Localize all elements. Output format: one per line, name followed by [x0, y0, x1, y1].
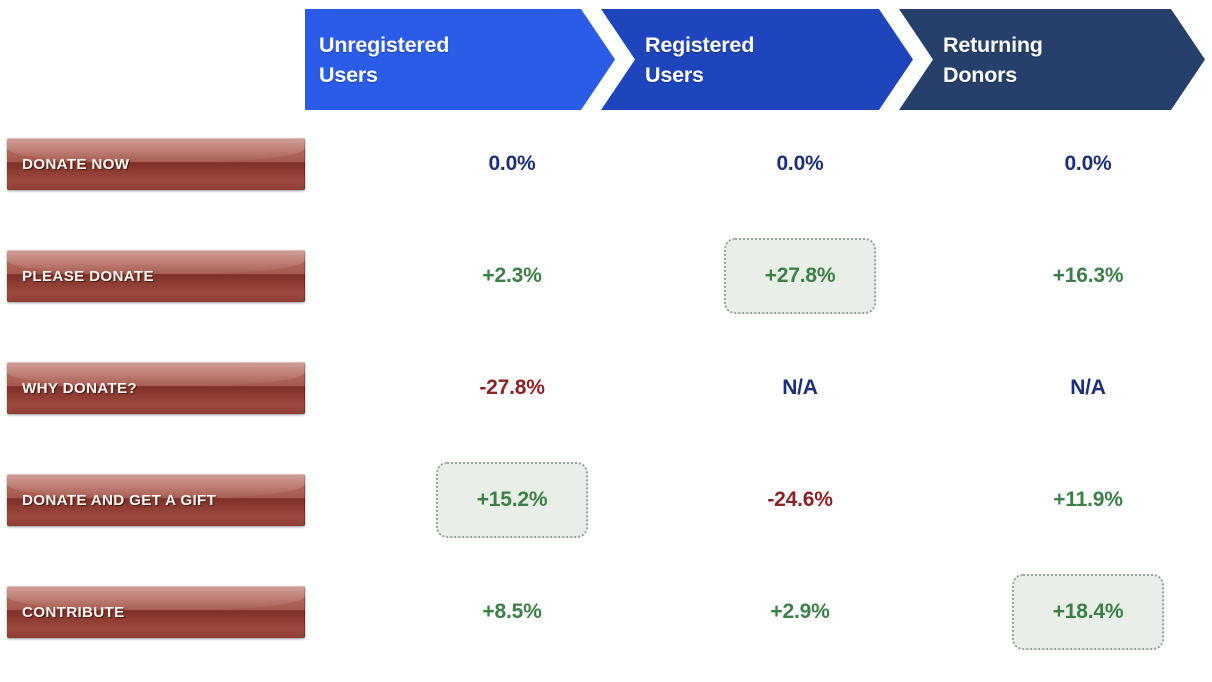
funnel-stage-label-line2: Donors	[943, 62, 1018, 87]
data-cell: -24.6%	[705, 474, 895, 526]
funnel-stage-unregistered-users[interactable]: Unregistered Users	[305, 9, 615, 110]
cta-button-label: CONTRIBUTE	[22, 603, 125, 621]
data-cell-value: +27.8%	[764, 264, 836, 287]
data-cell-value: +18.4%	[1052, 600, 1124, 623]
cta-button-label: DONATE NOW	[22, 155, 130, 173]
funnel-stage-label-line1: Unregistered	[319, 32, 450, 57]
data-cell-value: -27.8%	[479, 376, 545, 399]
data-cell-value: 0.0%	[488, 152, 536, 175]
matrix-row: DONATE NOW 0.0% 0.0% 0.0%	[0, 110, 1212, 222]
matrix-row: WHY DONATE? -27.8% N/A N/A	[0, 334, 1212, 446]
data-cell-value: +16.3%	[1052, 264, 1124, 287]
data-cell: 0.0%	[705, 138, 895, 190]
data-cell-value: N/A	[782, 376, 818, 399]
data-cell-value: N/A	[1070, 376, 1106, 399]
data-cell: 0.0%	[993, 138, 1183, 190]
data-cell: N/A	[705, 362, 895, 414]
data-cell: +11.9%	[993, 474, 1183, 526]
cta-button-donate-now[interactable]: DONATE NOW	[7, 138, 305, 190]
funnel-stage-registered-users[interactable]: Registered Users	[601, 9, 913, 110]
matrix-row: CONTRIBUTE +8.5% +2.9% +18.4%	[0, 558, 1212, 670]
cta-button-please-donate[interactable]: PLEASE DONATE	[7, 250, 305, 302]
data-cell: N/A	[993, 362, 1183, 414]
data-cell-value: 0.0%	[1064, 152, 1112, 175]
data-cell: +2.3%	[417, 250, 607, 302]
data-cell-value: +2.9%	[770, 600, 830, 623]
data-cell: +16.3%	[993, 250, 1183, 302]
funnel-stage-header: Unregistered Users Registered Users Retu…	[305, 9, 1205, 110]
data-cell: -27.8%	[417, 362, 607, 414]
funnel-stage-returning-donors[interactable]: Returning Donors	[899, 9, 1205, 110]
data-cell-highlighted: +27.8%	[724, 238, 876, 314]
cta-button-donate-and-get-a-gift[interactable]: DONATE AND GET A GIFT	[7, 474, 305, 526]
funnel-stage-label: Returning Donors	[899, 9, 1205, 110]
data-cell-value: +8.5%	[482, 600, 542, 623]
matrix-row: DONATE AND GET A GIFT +15.2% -24.6% +11.9%	[0, 446, 1212, 558]
cta-button-label: WHY DONATE?	[22, 379, 137, 397]
data-cell-value: 0.0%	[776, 152, 824, 175]
funnel-stage-label: Unregistered Users	[305, 9, 615, 110]
cta-button-label: PLEASE DONATE	[22, 267, 154, 285]
data-cell-value: +15.2%	[476, 488, 548, 511]
cta-button-contribute[interactable]: CONTRIBUTE	[7, 586, 305, 638]
data-cell-highlighted: +18.4%	[1012, 574, 1164, 650]
data-cell-value: +2.3%	[482, 264, 542, 287]
results-matrix: DONATE NOW 0.0% 0.0% 0.0% PLEASE DONATE +2.3%…	[0, 110, 1212, 682]
data-cell: 0.0%	[417, 138, 607, 190]
funnel-stage-label: Registered Users	[601, 9, 913, 110]
data-cell: +2.9%	[705, 586, 895, 638]
data-cell-value: +11.9%	[1053, 488, 1123, 511]
funnel-stage-label-line2: Users	[645, 62, 704, 87]
cta-button-label: DONATE AND GET A GIFT	[22, 491, 217, 509]
data-cell: +8.5%	[417, 586, 607, 638]
cta-button-why-donate[interactable]: WHY DONATE?	[7, 362, 305, 414]
matrix-row: PLEASE DONATE +2.3% +27.8% +16.3%	[0, 222, 1212, 334]
data-cell-highlighted: +15.2%	[436, 462, 588, 538]
funnel-stage-label-line2: Users	[319, 62, 378, 87]
data-cell-value: -24.6%	[767, 488, 833, 511]
funnel-stage-label-line1: Registered	[645, 32, 755, 57]
funnel-stage-label-line1: Returning	[943, 32, 1043, 57]
